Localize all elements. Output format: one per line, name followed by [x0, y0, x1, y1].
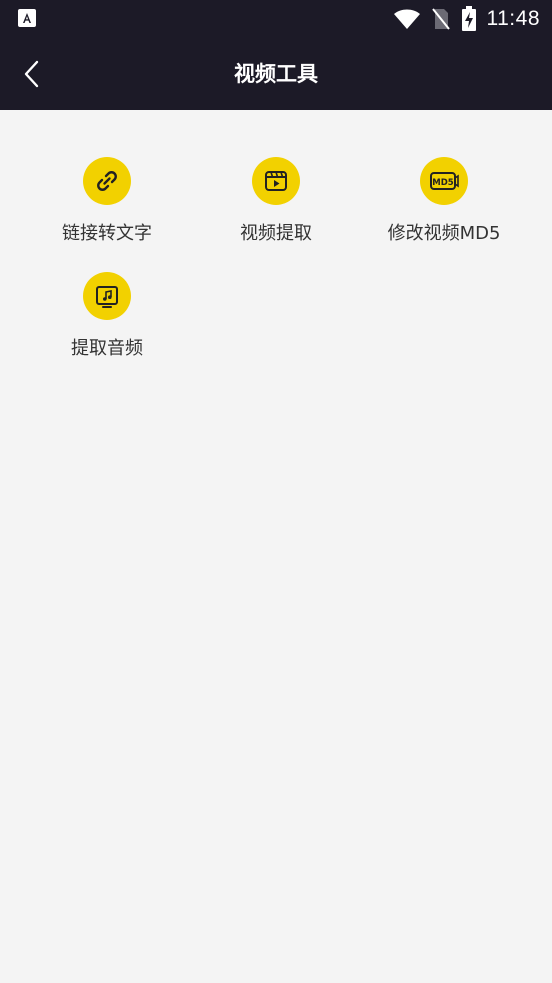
status-time: 11:48	[486, 7, 540, 30]
status-bar: 11:48	[0, 0, 552, 38]
back-button[interactable]	[10, 52, 54, 96]
tool-modify-md5[interactable]: MD5 修改视频MD5	[352, 157, 536, 267]
tool-extract-audio[interactable]: 提取音频	[15, 272, 199, 382]
chevron-left-icon	[24, 60, 39, 88]
video-play-icon	[252, 157, 300, 205]
page-title: 视频工具	[234, 62, 318, 86]
tool-label: 链接转文字	[62, 223, 152, 244]
tool-label: 修改视频MD5	[387, 223, 501, 244]
music-icon	[83, 272, 131, 320]
wifi-icon	[393, 9, 420, 29]
tool-label: 提取音频	[71, 338, 143, 359]
battery-charging-icon	[461, 6, 476, 31]
title-bar: 视频工具	[0, 38, 552, 110]
status-icons: 11:48	[393, 0, 541, 38]
no-sim-icon	[431, 8, 450, 30]
link-icon	[83, 157, 131, 205]
svg-text:MD5: MD5	[432, 178, 454, 188]
app-notification-icon	[18, 9, 36, 27]
tool-link-to-text[interactable]: 链接转文字	[15, 157, 199, 267]
md5-icon: MD5	[420, 157, 468, 205]
tool-label: 视频提取	[240, 223, 312, 244]
tools-grid: 链接转文字 视频提取 MD5 修改视频MD5 提取音频	[0, 110, 552, 983]
tool-video-extract[interactable]: 视频提取	[184, 157, 368, 267]
